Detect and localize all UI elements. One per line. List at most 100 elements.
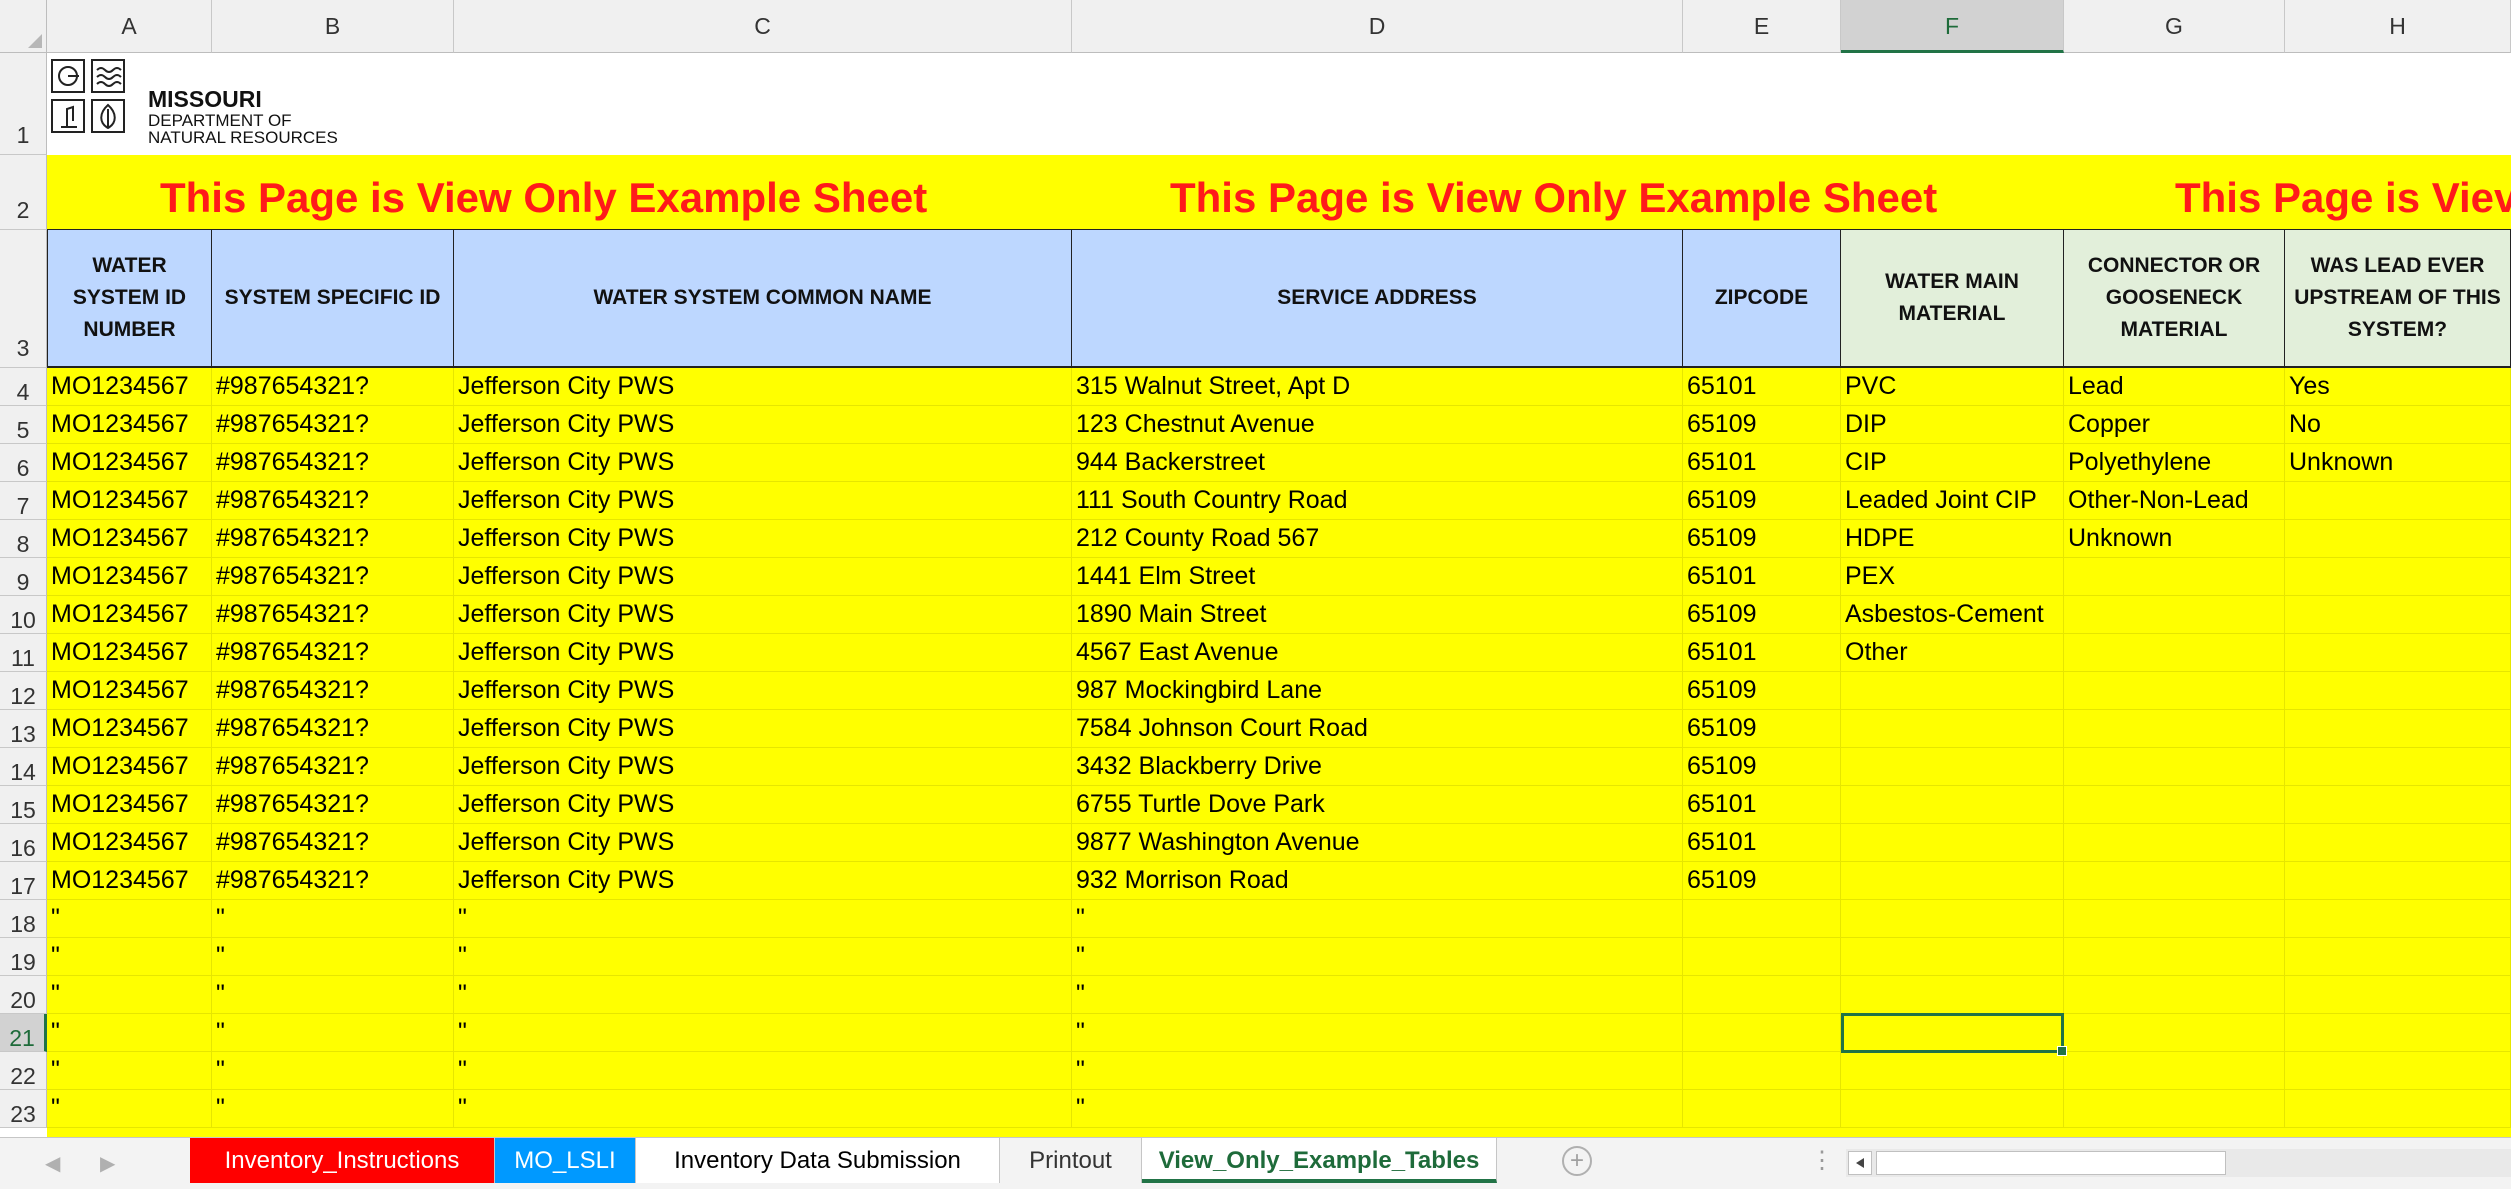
cell-h4[interactable]: Yes bbox=[2285, 368, 2511, 406]
cell-c15[interactable]: Jefferson City PWS bbox=[454, 786, 1072, 824]
cell-a9[interactable]: MO1234567 bbox=[47, 558, 212, 596]
cell-d22[interactable]: " bbox=[1072, 1052, 1683, 1090]
cell-a5[interactable]: MO1234567 bbox=[47, 406, 212, 444]
cell-f17[interactable] bbox=[1841, 862, 2064, 900]
cell-a21[interactable]: " bbox=[47, 1014, 212, 1052]
cell-f19[interactable] bbox=[1841, 938, 2064, 976]
cell-g22[interactable] bbox=[2064, 1052, 2285, 1090]
cell-b20[interactable]: " bbox=[212, 976, 454, 1014]
cell-h12[interactable] bbox=[2285, 672, 2511, 710]
cell-c18[interactable]: " bbox=[454, 900, 1072, 938]
cell-a7[interactable]: MO1234567 bbox=[47, 482, 212, 520]
cell-c12[interactable]: Jefferson City PWS bbox=[454, 672, 1072, 710]
cell-a11[interactable]: MO1234567 bbox=[47, 634, 212, 672]
cell-g9[interactable] bbox=[2064, 558, 2285, 596]
cell-a10[interactable]: MO1234567 bbox=[47, 596, 212, 634]
select-all-corner[interactable] bbox=[0, 0, 47, 53]
row-header-4[interactable]: 4 bbox=[0, 368, 47, 406]
cell-h13[interactable] bbox=[2285, 710, 2511, 748]
cell-f7[interactable]: Leaded Joint CIP bbox=[1841, 482, 2064, 520]
cell-a17[interactable]: MO1234567 bbox=[47, 862, 212, 900]
cell-h10[interactable] bbox=[2285, 596, 2511, 634]
cell-a22[interactable]: " bbox=[47, 1052, 212, 1090]
cell-d6[interactable]: 944 Backerstreet bbox=[1072, 444, 1683, 482]
cell-d4[interactable]: 315 Walnut Street, Apt D bbox=[1072, 368, 1683, 406]
cell-h9[interactable] bbox=[2285, 558, 2511, 596]
cell-h16[interactable] bbox=[2285, 824, 2511, 862]
cell-c11[interactable]: Jefferson City PWS bbox=[454, 634, 1072, 672]
cell-c14[interactable]: Jefferson City PWS bbox=[454, 748, 1072, 786]
cell-f13[interactable] bbox=[1841, 710, 2064, 748]
column-header-b[interactable]: B bbox=[212, 0, 454, 53]
cell-d13[interactable]: 7584 Johnson Court Road bbox=[1072, 710, 1683, 748]
cell-e4[interactable]: 65101 bbox=[1683, 368, 1841, 406]
cell-e11[interactable]: 65101 bbox=[1683, 634, 1841, 672]
cell-f10[interactable]: Asbestos-Cement bbox=[1841, 596, 2064, 634]
cell-b14[interactable]: #987654321? bbox=[212, 748, 454, 786]
row-header-20[interactable]: 20 bbox=[0, 976, 47, 1014]
row-header-22[interactable]: 22 bbox=[0, 1052, 47, 1090]
cell-b6[interactable]: #987654321? bbox=[212, 444, 454, 482]
row-header-2[interactable]: 2 bbox=[0, 155, 47, 230]
active-cell-selection[interactable] bbox=[1841, 1013, 2067, 1056]
row-header-23[interactable]: 23 bbox=[0, 1090, 47, 1128]
cell-c4[interactable]: Jefferson City PWS bbox=[454, 368, 1072, 406]
cell-g12[interactable] bbox=[2064, 672, 2285, 710]
cell-c7[interactable]: Jefferson City PWS bbox=[454, 482, 1072, 520]
cell-b17[interactable]: #987654321? bbox=[212, 862, 454, 900]
cell-h18[interactable] bbox=[2285, 900, 2511, 938]
row-header-12[interactable]: 12 bbox=[0, 672, 47, 710]
cell-c19[interactable]: " bbox=[454, 938, 1072, 976]
cell-h19[interactable] bbox=[2285, 938, 2511, 976]
cell-h11[interactable] bbox=[2285, 634, 2511, 672]
cell-d10[interactable]: 1890 Main Street bbox=[1072, 596, 1683, 634]
cell-e20[interactable] bbox=[1683, 976, 1841, 1014]
row-header-15[interactable]: 15 bbox=[0, 786, 47, 824]
sheet-tab-view-only-example-tables[interactable]: View_Only_Example_Tables bbox=[1142, 1138, 1497, 1183]
cell-a4[interactable]: MO1234567 bbox=[47, 368, 212, 406]
cell-a15[interactable]: MO1234567 bbox=[47, 786, 212, 824]
cell-f14[interactable] bbox=[1841, 748, 2064, 786]
cell-g13[interactable] bbox=[2064, 710, 2285, 748]
cell-f4[interactable]: PVC bbox=[1841, 368, 2064, 406]
cell-g23[interactable] bbox=[2064, 1090, 2285, 1128]
prev-sheet-arrow-icon[interactable]: ◀ bbox=[45, 1151, 60, 1176]
cell-h17[interactable] bbox=[2285, 862, 2511, 900]
cell-e16[interactable]: 65101 bbox=[1683, 824, 1841, 862]
cell-b7[interactable]: #987654321? bbox=[212, 482, 454, 520]
next-sheet-arrow-icon[interactable]: ▶ bbox=[100, 1151, 115, 1176]
row-header-7[interactable]: 7 bbox=[0, 482, 47, 520]
cell-h15[interactable] bbox=[2285, 786, 2511, 824]
cell-e9[interactable]: 65101 bbox=[1683, 558, 1841, 596]
cell-h22[interactable] bbox=[2285, 1052, 2511, 1090]
cell-a6[interactable]: MO1234567 bbox=[47, 444, 212, 482]
row-header-16[interactable]: 16 bbox=[0, 824, 47, 862]
sheet-tab-printout[interactable]: Printout bbox=[1000, 1138, 1142, 1183]
cell-e21[interactable] bbox=[1683, 1014, 1841, 1052]
cell-f22[interactable] bbox=[1841, 1052, 2064, 1090]
cell-g10[interactable] bbox=[2064, 596, 2285, 634]
cell-d21[interactable]: " bbox=[1072, 1014, 1683, 1052]
cell-h5[interactable]: No bbox=[2285, 406, 2511, 444]
cell-d12[interactable]: 987 Mockingbird Lane bbox=[1072, 672, 1683, 710]
cell-e17[interactable]: 65109 bbox=[1683, 862, 1841, 900]
cell-h8[interactable] bbox=[2285, 520, 2511, 558]
cell-f11[interactable]: Other bbox=[1841, 634, 2064, 672]
row-header-19[interactable]: 19 bbox=[0, 938, 47, 976]
cell-b19[interactable]: " bbox=[212, 938, 454, 976]
cell-f16[interactable] bbox=[1841, 824, 2064, 862]
cell-d14[interactable]: 3432 Blackberry Drive bbox=[1072, 748, 1683, 786]
cell-g5[interactable]: Copper bbox=[2064, 406, 2285, 444]
cell-e12[interactable]: 65109 bbox=[1683, 672, 1841, 710]
row-header-18[interactable]: 18 bbox=[0, 900, 47, 938]
cell-a23[interactable]: " bbox=[47, 1090, 212, 1128]
cell-f9[interactable]: PEX bbox=[1841, 558, 2064, 596]
cell-g7[interactable]: Other-Non-Lead bbox=[2064, 482, 2285, 520]
cell-d18[interactable]: " bbox=[1072, 900, 1683, 938]
sheet-tab-inventory-data-submission[interactable]: Inventory Data Submission bbox=[636, 1138, 1000, 1183]
cell-g4[interactable]: Lead bbox=[2064, 368, 2285, 406]
cell-d19[interactable]: " bbox=[1072, 938, 1683, 976]
cell-b18[interactable]: " bbox=[212, 900, 454, 938]
row-header-14[interactable]: 14 bbox=[0, 748, 47, 786]
cell-e7[interactable]: 65109 bbox=[1683, 482, 1841, 520]
